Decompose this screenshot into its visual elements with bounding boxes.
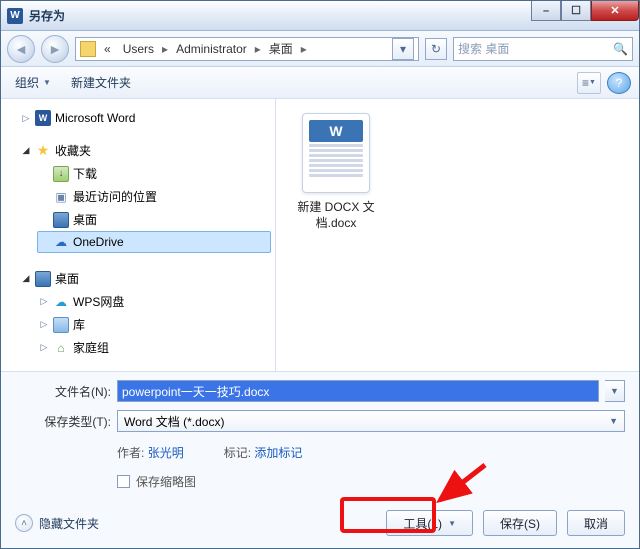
author-value[interactable]: 张光明 [148,446,184,460]
thumbnail-checkbox-label: 保存缩略图 [136,473,196,490]
filename-label: 文件名(N): [15,383,111,400]
filename-dropdown[interactable]: ▼ [605,380,625,402]
cancel-button[interactable]: 取消 [567,510,625,536]
sidebar-item-downloads[interactable]: 下载 [37,162,271,185]
sidebar-item-libraries[interactable]: ▷库 [37,313,271,336]
filetype-label: 保存类型(T): [15,413,111,430]
title-bar: W 另存为 – ☐ ✕ [1,1,639,31]
file-name: 新建 DOCX 文档.docx [286,199,386,231]
sidebar-item-desktop-root[interactable]: ◢桌面 [19,267,271,290]
close-button[interactable]: ✕ [591,1,639,21]
chevron-down-icon: ▼ [609,416,618,426]
sidebar-item-homegroup[interactable]: ▷⌂家庭组 [37,336,271,359]
minimize-button[interactable]: – [531,1,561,21]
new-folder-button[interactable]: 新建文件夹 [65,71,137,94]
breadcrumb[interactable]: 桌面 [265,38,297,59]
file-thumbnail: W [302,113,370,193]
save-button[interactable]: 保存(S) [483,510,557,536]
chevron-up-icon: ˄ [15,514,33,532]
hide-folders-button[interactable]: ˄ 隐藏文件夹 [15,514,99,532]
author-label: 作者: [117,446,144,460]
tag-label: 标记: [224,446,251,460]
address-bar[interactable]: « Users▸ Administrator▸ 桌面▸ ▾ [75,37,419,61]
folder-icon [80,41,96,57]
sidebar-tree: ▷WMicrosoft Word ◢★收藏夹 下载 ▣最近访问的位置 桌面 ☁O… [1,99,276,371]
maximize-button[interactable]: ☐ [561,1,591,21]
breadcrumb[interactable]: Administrator [172,40,251,58]
window-title: 另存为 [29,7,65,24]
nav-forward-button[interactable]: ► [41,35,69,63]
filetype-combo[interactable]: Word 文档 (*.docx)▼ [117,410,625,432]
sidebar-item-onedrive[interactable]: ☁OneDrive [37,231,271,253]
view-button[interactable]: ≡▼ [577,72,601,94]
search-icon: 🔍 [613,42,628,56]
search-placeholder: 搜索 桌面 [458,40,509,57]
sidebar-item-recent[interactable]: ▣最近访问的位置 [37,185,271,208]
nav-back-button[interactable]: ◄ [7,35,35,63]
search-input[interactable]: 搜索 桌面 🔍 [453,37,633,61]
sidebar-item-word[interactable]: ▷WMicrosoft Word [19,107,271,129]
chevron-down-icon: ▼ [43,78,51,87]
chevron-down-icon: ▼ [448,519,456,528]
sidebar-item-wps[interactable]: ▷☁WPS网盘 [37,290,271,313]
list-item[interactable]: W 新建 DOCX 文档.docx [286,113,386,231]
breadcrumb[interactable]: Users [119,40,158,58]
tools-button[interactable]: 工具(L)▼ [386,510,473,536]
sidebar-item-desktop[interactable]: 桌面 [37,208,271,231]
address-dropdown[interactable]: ▾ [392,38,414,60]
thumbnail-checkbox[interactable] [117,475,130,488]
tag-value[interactable]: 添加标记 [254,446,302,460]
sidebar-item-favorites[interactable]: ◢★收藏夹 [19,139,271,162]
app-icon: W [7,8,23,24]
organize-button[interactable]: 组织▼ [9,71,57,94]
filename-input[interactable]: powerpoint一天一技巧.docx [117,380,599,402]
help-button[interactable]: ? [607,72,631,94]
refresh-button[interactable]: ↻ [425,38,447,60]
file-list[interactable]: W 新建 DOCX 文档.docx [276,99,639,371]
